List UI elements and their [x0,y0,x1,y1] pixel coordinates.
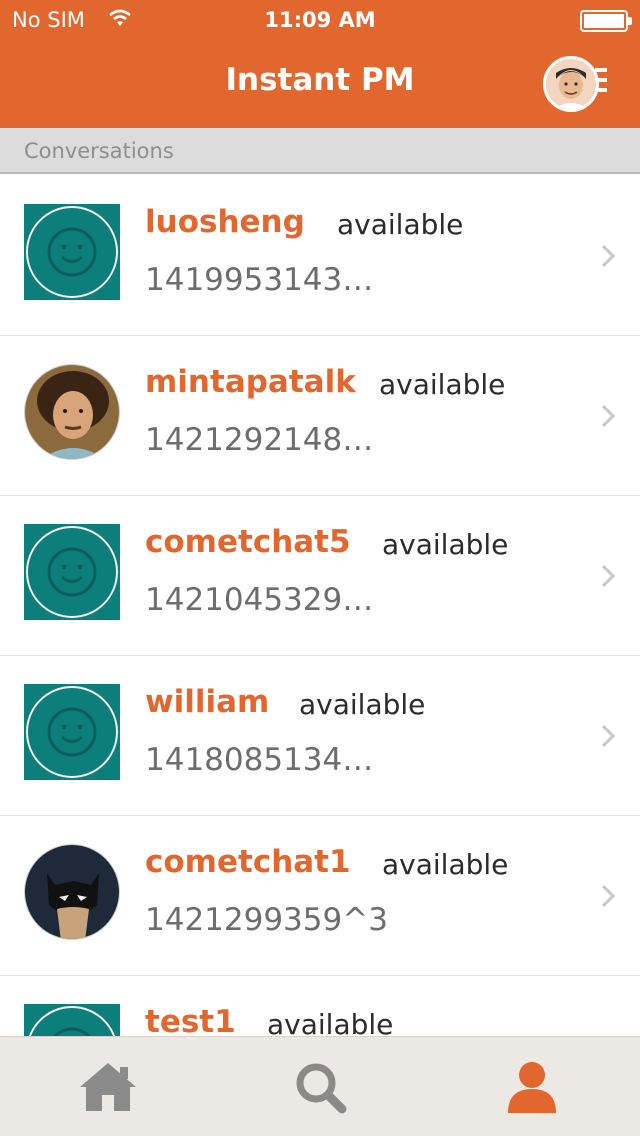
avatar-placeholder [24,204,120,300]
conversation-row[interactable]: william available 1418085134… [0,656,640,816]
smiley-icon [47,547,97,597]
chevron-right-icon [601,564,616,588]
avatar-placeholder [24,684,120,780]
smiley-icon [47,707,97,757]
tab-profile[interactable] [500,1059,564,1115]
status-bar: No SIM 11:09 AM [0,0,640,40]
conversation-row[interactable]: cometchat1 available 1421299359^3 [0,816,640,976]
tab-bar [0,1036,640,1136]
conversation-row[interactable]: test1 available [0,976,640,1036]
contact-name: luosheng [145,204,305,240]
chevron-right-icon [601,884,616,908]
avatar [24,844,120,940]
profile-menu-button[interactable] [543,56,607,112]
conversation-list[interactable]: luosheng available 1419953143… mintapata… [0,176,640,1036]
smiley-icon [53,1027,91,1036]
avatar-placeholder [24,1004,120,1036]
avatar [543,56,599,112]
contact-name: mintapatalk [145,364,356,400]
status-time: 11:09 AM [264,8,376,32]
tab-search[interactable] [288,1059,352,1115]
avatar-placeholder [24,524,120,620]
menu-icon [595,68,607,100]
top-bar: No SIM 11:09 AM Instant PM [0,0,640,128]
message-preview: 1419953143… [145,262,374,298]
section-header: Conversations [0,128,640,174]
message-preview: 1421292148… [145,422,374,458]
chevron-right-icon [601,404,616,428]
chevron-right-icon [601,724,616,748]
message-preview: 1421045329… [145,582,374,618]
battery-icon [580,10,632,32]
contact-status: available [267,1008,394,1036]
search-icon [296,1063,347,1114]
chevron-right-icon [601,244,616,268]
contact-status: available [379,368,506,401]
smiley-icon [47,227,97,277]
avatar [24,364,120,460]
conversation-row[interactable]: cometchat5 available 1421045329… [0,496,640,656]
contact-status: available [382,848,509,881]
battery-level [584,14,624,28]
conversation-row[interactable]: mintapatalk available 1421292148… [0,336,640,496]
contact-name: test1 [145,1004,236,1036]
home-icon [80,1063,136,1111]
user-icon [508,1062,556,1113]
contact-name: william [145,684,270,720]
conversation-row[interactable]: luosheng available 1419953143… [0,176,640,336]
message-preview: 1418085134… [145,742,374,778]
contact-status: available [382,528,509,561]
contact-name: cometchat5 [145,524,351,560]
tab-home[interactable] [76,1059,140,1115]
message-preview: 1421299359^3 [145,902,388,938]
contact-status: available [337,208,464,241]
contact-status: available [299,688,426,721]
contact-name: cometchat1 [145,844,351,880]
